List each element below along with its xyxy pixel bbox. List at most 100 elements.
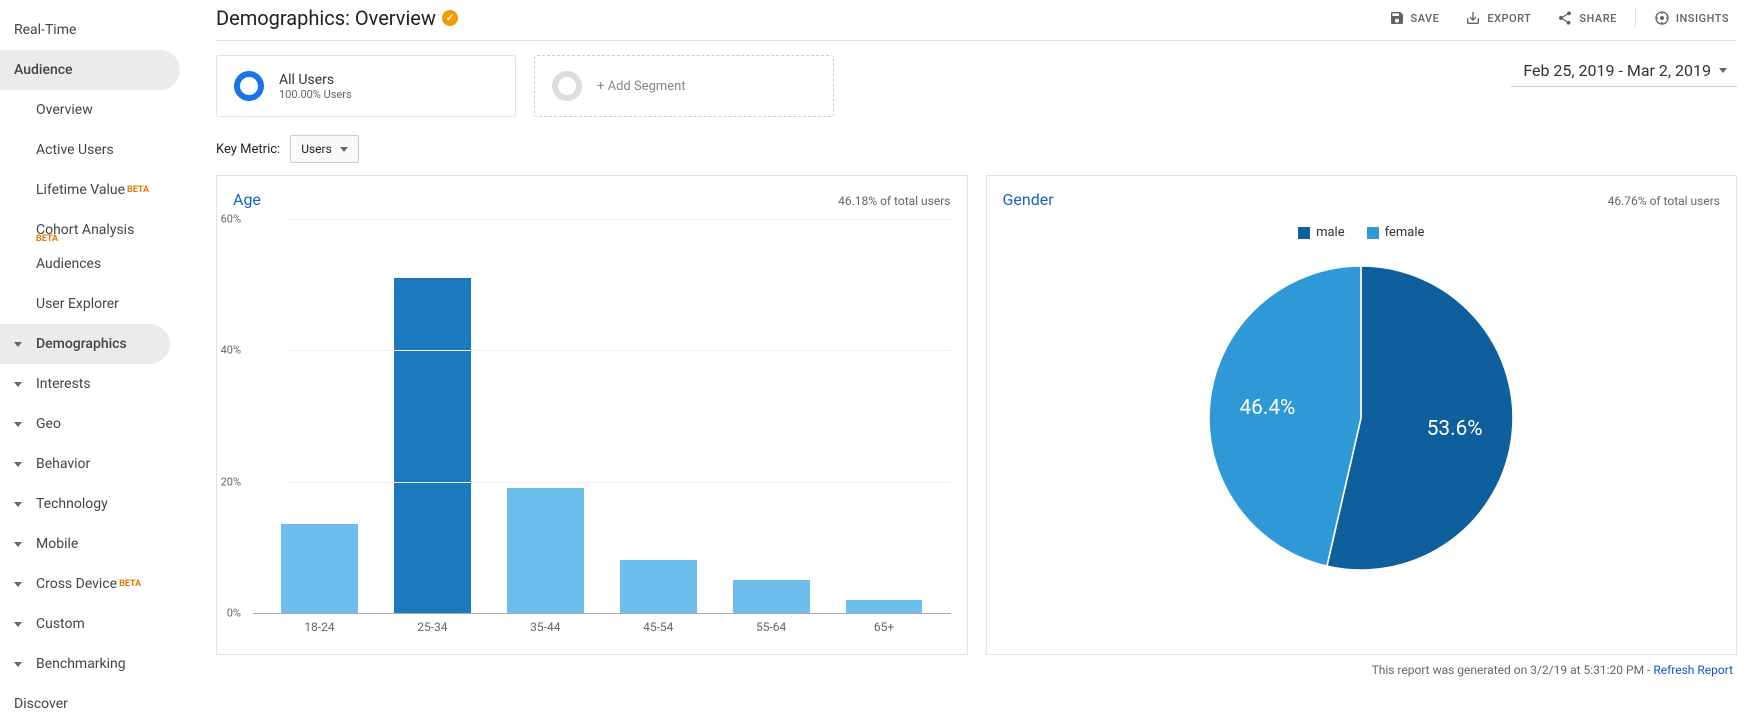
sidebar-item-mobile[interactable]: Mobile (0, 524, 200, 564)
sidebar-item-custom[interactable]: Custom (0, 604, 200, 644)
age-panel-subtitle: 46.18% of total users (838, 194, 950, 208)
swatch-icon (1298, 227, 1310, 239)
x-tick-label: 65+ (828, 620, 941, 634)
sidebar-item-benchmarking[interactable]: Benchmarking (0, 644, 200, 684)
sidebar-item-label: Interests (36, 376, 91, 392)
segment-subtitle: 100.00% Users (279, 88, 352, 101)
sidebar-item-lifetime-value[interactable]: Lifetime ValueBETA (0, 170, 200, 210)
sidebar-item-cross-device[interactable]: Cross DeviceBETA (0, 564, 200, 604)
sidebar-item-label: Lifetime Value (36, 182, 125, 198)
sidebar-item-audience[interactable]: Audience (0, 50, 180, 90)
bar-65+[interactable] (846, 600, 923, 613)
age-panel-title[interactable]: Age (233, 190, 261, 209)
page-header: Demographics: Overview SAVE EXPORT SHARE (216, 0, 1737, 41)
sidebar-item-discover[interactable]: Discover (0, 684, 200, 724)
gender-pie-chart: 53.6% 46.4% (1201, 258, 1521, 578)
bar-45-54[interactable] (620, 560, 697, 613)
sidebar-item-demographics[interactable]: Demographics (0, 324, 170, 364)
sidebar-item-behavior[interactable]: Behavior (0, 444, 200, 484)
key-metric-row: Key Metric: Users (216, 131, 1737, 175)
sidebar-item-label: Geo (36, 416, 61, 432)
action-label: SAVE (1411, 12, 1440, 25)
action-label: EXPORT (1487, 12, 1531, 25)
chevron-down-icon (340, 147, 348, 152)
date-range-selector[interactable]: Feb 25, 2019 - Mar 2, 2019 (1511, 55, 1737, 87)
pie-label-female: 46.4% (1240, 396, 1296, 420)
age-panel: Age 46.18% of total users 0% 20% 40% 60% 18… (216, 175, 968, 655)
sidebar-item-technology[interactable]: Technology (0, 484, 200, 524)
x-tick-label: 55-64 (715, 620, 828, 634)
segment-title: All Users (279, 72, 352, 88)
add-segment-button[interactable]: + Add Segment (534, 55, 834, 117)
sidebar-item-label: Benchmarking (36, 656, 126, 672)
caret-down-icon (14, 542, 22, 547)
caret-down-icon (14, 382, 22, 387)
y-tick-label: 60% (221, 213, 241, 226)
footer-text: This report was generated on 3/2/19 at 5… (1372, 663, 1654, 677)
y-tick-label: 40% (221, 344, 241, 357)
bar-55-64[interactable] (733, 580, 810, 613)
action-label: INSIGHTS (1676, 12, 1729, 25)
bar-35-44[interactable] (507, 488, 584, 613)
key-metric-value: Users (301, 142, 332, 156)
legend-label: female (1385, 225, 1425, 240)
segment-donut-icon (233, 70, 265, 102)
share-button[interactable]: SHARE (1549, 6, 1625, 30)
sidebar-item-interests[interactable]: Interests (0, 364, 200, 404)
legend-male[interactable]: male (1298, 225, 1345, 240)
bar-18-24[interactable] (281, 524, 358, 613)
export-button[interactable]: EXPORT (1457, 6, 1539, 30)
share-icon (1557, 10, 1573, 26)
sidebar-item-audiences[interactable]: Audiences (0, 244, 200, 284)
caret-down-icon (14, 462, 22, 467)
caret-down-icon (14, 502, 22, 507)
segment-donut-placeholder-icon (551, 70, 583, 102)
sidebar-item-label: Technology (36, 496, 108, 512)
segment-row: All Users 100.00% Users + Add Segment (216, 41, 834, 131)
y-tick-label: 20% (221, 475, 241, 488)
sidebar-item-real-time[interactable]: Real-Time (0, 10, 200, 50)
add-segment-label: + Add Segment (597, 79, 686, 94)
verified-icon (442, 10, 458, 26)
key-metric-select[interactable]: Users (290, 135, 359, 163)
legend-label: male (1316, 225, 1345, 240)
sidebar-item-cohort-analysis[interactable]: Cohort Analysis (0, 210, 200, 240)
save-button[interactable]: SAVE (1381, 6, 1448, 30)
sidebar-item-geo[interactable]: Geo (0, 404, 200, 444)
insights-button[interactable]: INSIGHTS (1646, 6, 1737, 30)
swatch-icon (1367, 227, 1379, 239)
beta-badge: BETA (119, 579, 141, 589)
date-range-label: Feb 25, 2019 - Mar 2, 2019 (1523, 61, 1711, 80)
key-metric-label: Key Metric: (216, 142, 280, 157)
sidebar-item-label: Mobile (36, 536, 78, 552)
legend-female[interactable]: female (1367, 225, 1425, 240)
caret-down-icon (14, 342, 22, 347)
sidebar-item-label: Demographics (36, 336, 127, 352)
x-tick-label: 18-24 (263, 620, 376, 634)
save-icon (1389, 10, 1405, 26)
page-title: Demographics: Overview (216, 6, 436, 30)
caret-down-icon (14, 622, 22, 627)
y-tick-label: 0% (227, 607, 241, 620)
divider (1635, 9, 1636, 27)
action-label: SHARE (1579, 12, 1617, 25)
sidebar-item-label: Custom (36, 616, 85, 632)
export-icon (1465, 10, 1481, 26)
sidebar-item-label: Behavior (36, 456, 90, 472)
caret-down-icon (14, 662, 22, 667)
sidebar-item-user-explorer[interactable]: User Explorer (0, 284, 200, 324)
pie-label-male: 53.6% (1427, 417, 1483, 441)
gender-panel-title[interactable]: Gender (1003, 190, 1054, 209)
segment-all-users[interactable]: All Users 100.00% Users (216, 55, 516, 117)
sidebar-item-overview[interactable]: Overview (0, 90, 200, 130)
caret-down-icon (14, 582, 22, 587)
sidebar: Real-Time Audience Overview Active Users… (0, 0, 200, 724)
x-tick-label: 25-34 (376, 620, 489, 634)
insights-icon (1654, 10, 1670, 26)
sidebar-item-label: Cross Device (36, 576, 117, 592)
gender-panel-subtitle: 46.76% of total users (1608, 194, 1720, 208)
sidebar-item-active-users[interactable]: Active Users (0, 130, 200, 170)
refresh-report-link[interactable]: Refresh Report (1653, 663, 1733, 677)
bar-25-34[interactable] (394, 278, 471, 613)
caret-down-icon (14, 422, 22, 427)
